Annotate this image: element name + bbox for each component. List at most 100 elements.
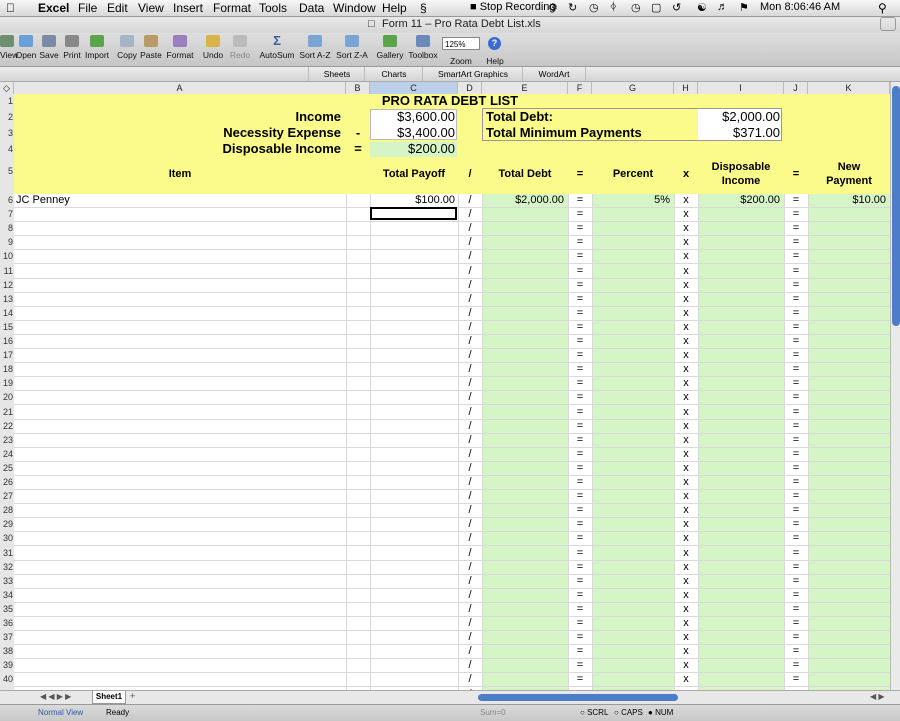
row-header[interactable]: 8	[0, 223, 14, 233]
add-sheet-icon[interactable]: +	[130, 691, 135, 701]
tab-sheets[interactable]: Sheets	[308, 67, 365, 81]
normal-view-button[interactable]: Normal View	[38, 708, 83, 717]
format-painter-button[interactable]: Format	[165, 35, 195, 60]
income-value[interactable]: $3,600.00	[370, 109, 455, 124]
column-header-e[interactable]: E	[482, 82, 568, 94]
row6-new-payment[interactable]: $10.00	[808, 194, 886, 206]
sync-icon[interactable]: ↺	[672, 1, 681, 14]
view-button[interactable]: View	[0, 35, 18, 60]
column-header-g[interactable]: G	[592, 82, 674, 94]
column-header-c[interactable]: C	[370, 82, 458, 94]
redo-button[interactable]: Redo	[229, 35, 251, 60]
menu-help[interactable]: Help	[382, 1, 407, 15]
menu-view[interactable]: View	[138, 1, 164, 15]
sync-icon[interactable]: ↻	[568, 1, 577, 14]
zoom-select[interactable]: 125%	[442, 37, 480, 50]
row-header[interactable]: 22	[0, 421, 14, 431]
row6-total-debt[interactable]: $2,000.00	[482, 194, 564, 206]
gallery-button[interactable]: Gallery	[375, 35, 405, 60]
row-header[interactable]: 26	[0, 477, 14, 487]
row-header[interactable]: 38	[0, 646, 14, 656]
wifi-icon[interactable]: ☯	[697, 1, 707, 14]
row-header[interactable]: 28	[0, 505, 14, 515]
horizontal-scroll-thumb[interactable]	[478, 694, 678, 701]
row-header[interactable]: 3	[0, 128, 14, 138]
stop-recording-button[interactable]: ■ Stop Recording	[470, 1, 556, 13]
row6-percent[interactable]: 5%	[592, 194, 670, 206]
column-header-j[interactable]: J	[784, 82, 808, 94]
timer-icon[interactable]: ◷	[631, 1, 641, 14]
worksheet-grid[interactable]: / = x = / = x = / = x = / = x = / = x = / = x = / = x = / = x = / = x = / = x =…	[14, 94, 890, 690]
display-icon[interactable]: ▢	[651, 1, 661, 14]
row-header[interactable]: 7	[0, 209, 14, 219]
spotlight-icon[interactable]: ⚲	[878, 1, 887, 15]
toolbar-toggle-button[interactable]	[880, 17, 896, 31]
row-header[interactable]: 39	[0, 660, 14, 670]
row6-disposable-income[interactable]: $200.00	[698, 194, 780, 206]
menu-insert[interactable]: Insert	[173, 1, 203, 15]
row-header[interactable]: 40	[0, 674, 14, 684]
app-menu[interactable]: Excel	[38, 1, 69, 15]
column-header-b[interactable]: B	[346, 82, 370, 94]
row6-total-payoff[interactable]: $100.00	[370, 194, 455, 206]
menu-edit[interactable]: Edit	[107, 1, 128, 15]
menu-tools[interactable]: Tools	[259, 1, 287, 15]
gear-icon[interactable]: ⚙	[548, 1, 558, 14]
row-header[interactable]: 34	[0, 590, 14, 600]
row-header[interactable]: 17	[0, 350, 14, 360]
sheet-tab-sheet1[interactable]: Sheet1	[92, 691, 126, 704]
row-header[interactable]: 31	[0, 548, 14, 558]
tab-smartart-graphics[interactable]: SmartArt Graphics	[422, 67, 523, 81]
row6-item[interactable]: JC Penney	[16, 194, 70, 206]
toolbox-button[interactable]: Toolbox	[406, 35, 440, 60]
row-header[interactable]: 29	[0, 519, 14, 529]
disposable-income-value[interactable]: $200.00	[370, 141, 455, 156]
row-header[interactable]: 11	[0, 266, 14, 276]
sort-ascending-button[interactable]: Sort A-Z	[298, 35, 332, 60]
column-header-a[interactable]: A	[14, 82, 346, 94]
column-header-h[interactable]: H	[674, 82, 698, 94]
open-button[interactable]: Open	[15, 35, 37, 60]
sheet-nav-arrows[interactable]: ◀ ◀ ▶ ▶	[40, 692, 71, 701]
row-header[interactable]: 20	[0, 392, 14, 402]
row-header[interactable]: 30	[0, 533, 14, 543]
menu-file[interactable]: File	[78, 1, 97, 15]
row-header[interactable]: 19	[0, 378, 14, 388]
menu-data[interactable]: Data	[299, 1, 324, 15]
row-header[interactable]: 37	[0, 632, 14, 642]
flag-icon[interactable]: ⚑	[739, 1, 749, 14]
copy-button[interactable]: Copy	[116, 35, 138, 60]
row-header[interactable]: 10	[0, 251, 14, 261]
row-header[interactable]: 32	[0, 562, 14, 572]
row-header[interactable]: 1	[0, 96, 14, 106]
clock[interactable]: Mon 8:06:46 AM	[760, 1, 840, 13]
necessity-expense-value[interactable]: $3,400.00	[370, 125, 455, 140]
row-header[interactable]: 16	[0, 336, 14, 346]
active-cell-c7[interactable]	[370, 207, 457, 220]
row-header[interactable]: 2	[0, 112, 14, 122]
tab-charts[interactable]: Charts	[364, 67, 423, 81]
column-header-i[interactable]: I	[698, 82, 784, 94]
row-header[interactable]: 25	[0, 463, 14, 473]
select-all-corner[interactable]: ◇	[0, 82, 14, 94]
row-header[interactable]: 5	[0, 166, 14, 176]
bluetooth-icon[interactable]: ᛄ	[610, 1, 617, 13]
paste-button[interactable]: Paste	[140, 35, 162, 60]
row-header[interactable]: 36	[0, 618, 14, 628]
save-button[interactable]: Save	[38, 35, 60, 60]
row-header[interactable]: 4	[0, 144, 14, 154]
column-header-k[interactable]: K	[808, 82, 890, 94]
time-machine-icon[interactable]: ◷	[589, 1, 599, 14]
row-header[interactable]: 13	[0, 294, 14, 304]
row-header[interactable]: 24	[0, 449, 14, 459]
print-button[interactable]: Print	[61, 35, 83, 60]
undo-button[interactable]: Undo	[201, 35, 225, 60]
help-icon[interactable]: ?	[488, 37, 501, 50]
row-header[interactable]: 9	[0, 237, 14, 247]
row-header[interactable]: 12	[0, 280, 14, 290]
row-header[interactable]: 27	[0, 491, 14, 501]
row-header[interactable]: 21	[0, 407, 14, 417]
row-header[interactable]: 33	[0, 576, 14, 586]
apple-icon[interactable]: 	[6, 1, 15, 15]
vertical-scrollbar[interactable]	[890, 82, 900, 690]
